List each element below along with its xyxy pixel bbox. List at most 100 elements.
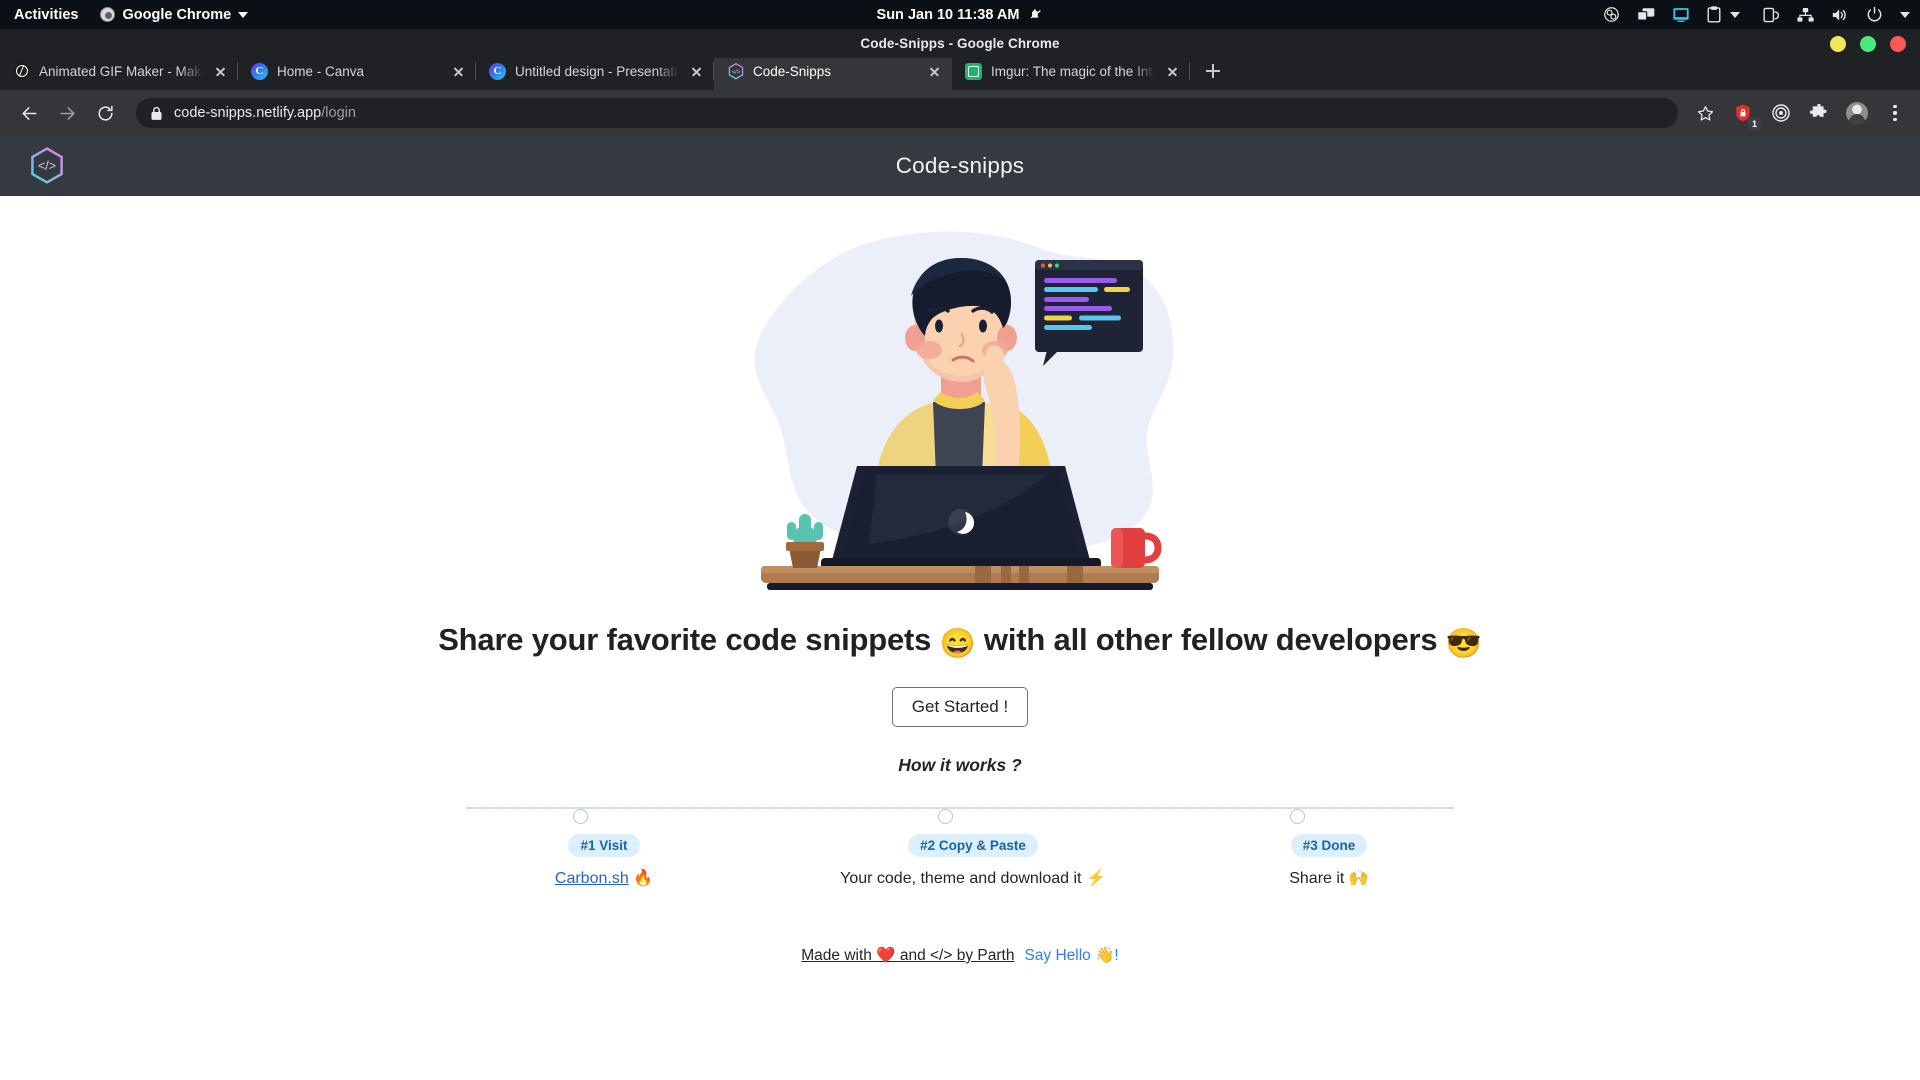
made-with-mid: and </> by <box>895 947 978 964</box>
system-chevron-icon[interactable] <box>1900 11 1910 18</box>
smile-emoji: 😄 <box>939 628 976 660</box>
made-with-prefix: Made with <box>801 947 877 964</box>
step-2: #2 Copy & Paste Your code, theme and dow… <box>813 834 1133 890</box>
made-by-credit[interactable]: Made with ❤️ and </> by Parth <box>801 947 1014 964</box>
lock-icon <box>151 106 162 120</box>
fire-emoji: 🔥 <box>633 870 654 887</box>
headline-text-1: Share your favorite code snippets <box>438 622 940 657</box>
url-text: code-snipps.netlify.app/login <box>174 105 356 121</box>
step-description-text: Share it <box>1289 870 1345 887</box>
laptop <box>821 466 1101 569</box>
globe-icon <box>13 63 30 80</box>
heart-emoji: ❤️ <box>876 947 896 964</box>
desk <box>761 566 1159 590</box>
new-tab-button[interactable] <box>1198 56 1228 86</box>
display-icon[interactable] <box>1672 7 1690 23</box>
clock[interactable]: Sun Jan 10 11:38 AM <box>877 7 1020 23</box>
step-description-text: Your code, theme and download it <box>840 870 1082 887</box>
step-badge: #3 Done <box>1290 834 1368 857</box>
gnome-top-bar: Activities Google Chrome Sun Jan 10 11:3… <box>0 0 1920 29</box>
target-extension-icon[interactable] <box>1768 100 1794 126</box>
close-icon[interactable] <box>1164 63 1181 80</box>
forward-button[interactable] <box>50 96 84 130</box>
activities-button[interactable]: Activities <box>14 7 78 23</box>
network-icon[interactable] <box>1797 7 1814 23</box>
chrome-title-bar: Code-Snipps - Google Chrome <box>0 29 1920 58</box>
close-icon[interactable] <box>212 63 229 80</box>
footer: Made with ❤️ and </> by Parth Say Hello 👋… <box>0 946 1920 965</box>
close-button[interactable] <box>1890 35 1906 52</box>
app-header: </> Code-snipps <box>0 136 1920 196</box>
url-host: code-snipps.netlify.app <box>174 105 322 121</box>
headline: Share your favorite code snippets 😄 with… <box>0 622 1920 661</box>
page-title: Code-snipps <box>895 153 1025 178</box>
step-description: Share it 🙌 <box>1169 867 1489 890</box>
chrome-icon <box>100 7 116 22</box>
app-menu-button[interactable]: Google Chrome <box>100 6 249 23</box>
timeline-dot-1[interactable] <box>573 809 589 824</box>
app-menu-label: Google Chrome <box>122 6 232 23</box>
imgur-icon <box>965 62 982 80</box>
code-snipps-icon: </> <box>727 62 744 80</box>
code-bubble <box>1035 260 1143 366</box>
step-description: Carbon.sh 🔥 <box>444 867 764 890</box>
cta-container: Get Started ! <box>0 687 1920 727</box>
address-bar[interactable]: code-snipps.netlify.app/login <box>136 98 1678 128</box>
author-name: Parth <box>977 947 1015 964</box>
headline-text-2: with all other fellow developers <box>975 622 1446 657</box>
bookmark-star-icon[interactable] <box>1692 100 1718 126</box>
obs-icon[interactable] <box>1603 6 1620 23</box>
window-title: Code-Snipps - Google Chrome <box>860 36 1060 51</box>
three-dot-menu[interactable] <box>1882 100 1908 126</box>
puzzle-extensions-icon[interactable] <box>1806 100 1832 126</box>
maximize-button[interactable] <box>1860 35 1876 52</box>
back-button[interactable] <box>12 96 46 130</box>
reload-button[interactable] <box>88 96 122 130</box>
canva-icon: C <box>489 62 506 80</box>
how-it-works-heading: How it works ? <box>898 755 1022 775</box>
step-3: #3 Done Share it 🙌 <box>1169 834 1489 890</box>
tab-title: Imgur: The magic of the Intern <box>991 63 1155 79</box>
minimize-button[interactable] <box>1830 35 1846 52</box>
clipboard-icon[interactable] <box>1707 6 1721 23</box>
developer-thinking-illustration <box>754 231 1174 590</box>
svg-text:</>: </> <box>731 69 740 75</box>
profile-avatar[interactable] <box>1844 100 1870 126</box>
toolbar-right-group: 1 <box>1692 100 1908 130</box>
power-icon[interactable] <box>1866 6 1883 23</box>
shield-extension-icon[interactable]: 1 <box>1730 100 1761 130</box>
canva-icon: C <box>251 62 268 80</box>
screencast-icon[interactable] <box>1637 7 1655 22</box>
tray-chevron-icon[interactable] <box>1730 11 1740 18</box>
lightning-emoji: ⚡ <box>1085 870 1106 887</box>
close-icon[interactable] <box>450 63 467 80</box>
tab-title: Code-Snipps <box>753 63 832 79</box>
carbon-sh-link[interactable]: Carbon.sh <box>555 870 629 887</box>
step-badge: #1 Visit <box>568 834 640 857</box>
step-description: Your code, theme and download it ⚡ <box>813 867 1133 890</box>
sunglasses-emoji: 😎 <box>1445 628 1482 660</box>
get-started-button[interactable]: Get Started ! <box>891 687 1029 727</box>
say-hello-link[interactable]: Say Hello 👋! <box>1024 947 1118 964</box>
window-controls <box>1830 29 1906 58</box>
coffee-mug <box>1111 528 1162 568</box>
notifications-muted-icon <box>1031 9 1042 19</box>
tab-title: Home - Canva <box>277 63 365 79</box>
hero-section <box>0 196 1920 600</box>
close-icon[interactable] <box>688 63 705 80</box>
cactus-plant <box>786 514 824 568</box>
gnome-tray <box>1603 0 1910 29</box>
steps-timeline: #1 Visit Carbon.sh 🔥 #2 Copy & Paste You… <box>0 798 1920 918</box>
tab-title: Untitled design - Presentatio <box>515 63 679 79</box>
close-icon[interactable] <box>926 63 943 80</box>
step-1: #1 Visit Carbon.sh 🔥 <box>444 834 764 890</box>
page-content: </> Code-snipps Share your favorite code… <box>0 136 1920 1080</box>
timeline-dot-3[interactable] <box>1290 809 1306 824</box>
volume-icon[interactable] <box>1831 7 1849 23</box>
chevron-down-icon <box>238 11 249 18</box>
gnome-left-group: Activities Google Chrome <box>0 6 249 23</box>
timeline-dot-2[interactable] <box>937 809 953 824</box>
raised-hands-emoji: 🙌 <box>1348 870 1369 887</box>
extension-badge-count: 1 <box>1748 117 1761 130</box>
network-device-icon[interactable] <box>1763 7 1780 23</box>
